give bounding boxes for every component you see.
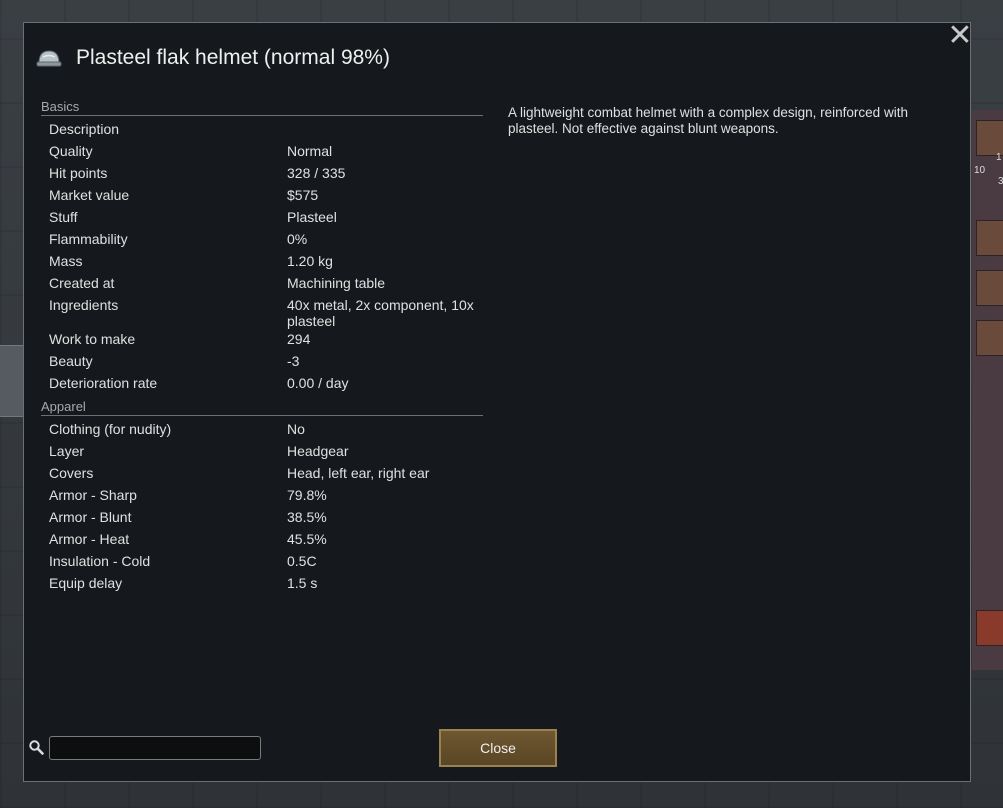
stat-value: 1.5 s — [287, 575, 318, 591]
stat-row[interactable]: Stuff Plasteel — [41, 207, 483, 229]
stat-row[interactable]: Covers Head, left ear, right ear — [41, 463, 483, 485]
stat-label: Clothing (for nudity) — [49, 421, 172, 437]
stat-label: Description — [49, 121, 120, 137]
description-text: A lightweight combat helmet with a compl… — [508, 105, 908, 136]
stat-value — [287, 119, 483, 141]
stat-label: Layer — [49, 443, 85, 459]
stat-value: Headgear — [287, 443, 349, 459]
stat-value: 38.5% — [287, 509, 327, 525]
background-number: 1 — [996, 152, 1002, 163]
stat-row[interactable]: Market value $575 — [41, 185, 483, 207]
stat-row[interactable]: Flammability 0% — [41, 229, 483, 251]
stat-label: Created at — [49, 275, 115, 291]
background-wall-segment — [0, 345, 24, 417]
stat-value: 79.8% — [287, 487, 327, 503]
stat-row[interactable]: Equip delay 1.5 s — [41, 573, 483, 595]
background-cell — [976, 320, 1003, 356]
stat-row[interactable]: Ingredients 40x metal, 2x component, 10x … — [41, 295, 483, 329]
stat-value: Normal — [287, 143, 333, 159]
stat-row[interactable]: Armor - Blunt 38.5% — [41, 507, 483, 529]
stat-row[interactable]: Quality Normal — [41, 141, 483, 163]
stat-label: Hit points — [49, 165, 108, 181]
stat-label: Armor - Sharp — [49, 487, 137, 503]
stat-label: Deterioration rate — [49, 375, 158, 391]
stat-row[interactable]: Deterioration rate 0.00 / day — [41, 373, 483, 395]
stat-row[interactable]: Mass 1.20 kg — [41, 251, 483, 273]
stat-value: 1.20 kg — [287, 253, 333, 269]
background-number: 3 — [998, 176, 1003, 187]
stat-row[interactable]: Work to make 294 — [41, 329, 483, 351]
stat-label: Market value — [49, 187, 130, 203]
basics-list: Description Quality Normal Hit points 328 / … — [41, 119, 483, 395]
stat-label: Quality — [49, 143, 93, 159]
search-icon — [29, 740, 44, 755]
stat-value: Head, left ear, right ear — [287, 465, 430, 481]
stat-value: 328 / 335 — [287, 165, 346, 181]
stat-value: 45.5% — [287, 531, 327, 547]
stat-label: Ingredients — [49, 297, 119, 313]
stat-value: 294 — [287, 331, 311, 347]
category-header-apparel: Apparel — [41, 398, 483, 416]
stat-label: Covers — [49, 465, 94, 481]
stat-label: Armor - Heat — [49, 531, 130, 547]
stat-row[interactable]: Armor - Heat 45.5% — [41, 529, 483, 551]
category-header-basics: Basics — [41, 98, 483, 116]
stat-value: 0.00 / day — [287, 375, 349, 391]
background-number: 10 — [974, 165, 986, 176]
stat-row[interactable]: Armor - Sharp 79.8% — [41, 485, 483, 507]
item-info-dialog: Plasteel flak helmet (normal 98%) Basics… — [23, 22, 971, 782]
apparel-list: Clothing (for nudity) No Layer Headgear Cove… — [41, 419, 483, 595]
stat-row[interactable]: Beauty -3 — [41, 351, 483, 373]
stat-row[interactable]: Layer Headgear — [41, 441, 483, 463]
stat-row[interactable]: Clothing (for nudity) No — [41, 419, 483, 441]
stat-row[interactable]: Created at Machining table — [41, 273, 483, 295]
stat-value: Plasteel — [287, 209, 337, 225]
stat-label: Work to make — [49, 331, 136, 347]
background-shelf-area: 10 1 3 — [972, 110, 1003, 670]
dialog-title: Plasteel flak helmet (normal 98%) — [76, 46, 390, 69]
background-cell — [976, 120, 1003, 156]
stat-value: $575 — [287, 187, 319, 203]
stat-label: Stuff — [49, 209, 78, 225]
stat-label: Mass — [49, 253, 83, 269]
stat-row[interactable]: Description — [41, 119, 483, 141]
stat-value: Machining table — [287, 275, 386, 291]
background-cell — [976, 270, 1003, 306]
stat-row[interactable]: Insulation - Cold 0.5C — [41, 551, 483, 573]
stat-label: Equip delay — [49, 575, 123, 591]
background-cell — [976, 220, 1003, 256]
dialog-header: Plasteel flak helmet (normal 98%) — [36, 43, 390, 73]
stat-row[interactable]: Hit points 328 / 335 — [41, 163, 483, 185]
close-button[interactable]: Close — [439, 729, 557, 767]
stat-value: 40x metal, 2x component, 10x plasteel — [287, 297, 474, 329]
stat-label: Flammability — [49, 231, 128, 247]
stat-value: -3 — [287, 353, 300, 369]
helmet-icon — [36, 50, 62, 67]
stat-label: Beauty — [49, 353, 93, 369]
stat-label: Insulation - Cold — [49, 553, 151, 569]
stats-panel: Basics Description Quality Normal Hit point… — [41, 98, 483, 595]
search-input[interactable] — [49, 736, 261, 760]
background-cell — [976, 610, 1003, 646]
stat-value: 0% — [287, 231, 308, 247]
stat-label: Armor - Blunt — [49, 509, 132, 525]
stat-value: 0.5C — [287, 553, 317, 569]
close-icon[interactable]: ✕ — [947, 21, 973, 51]
stat-value: No — [287, 421, 305, 437]
